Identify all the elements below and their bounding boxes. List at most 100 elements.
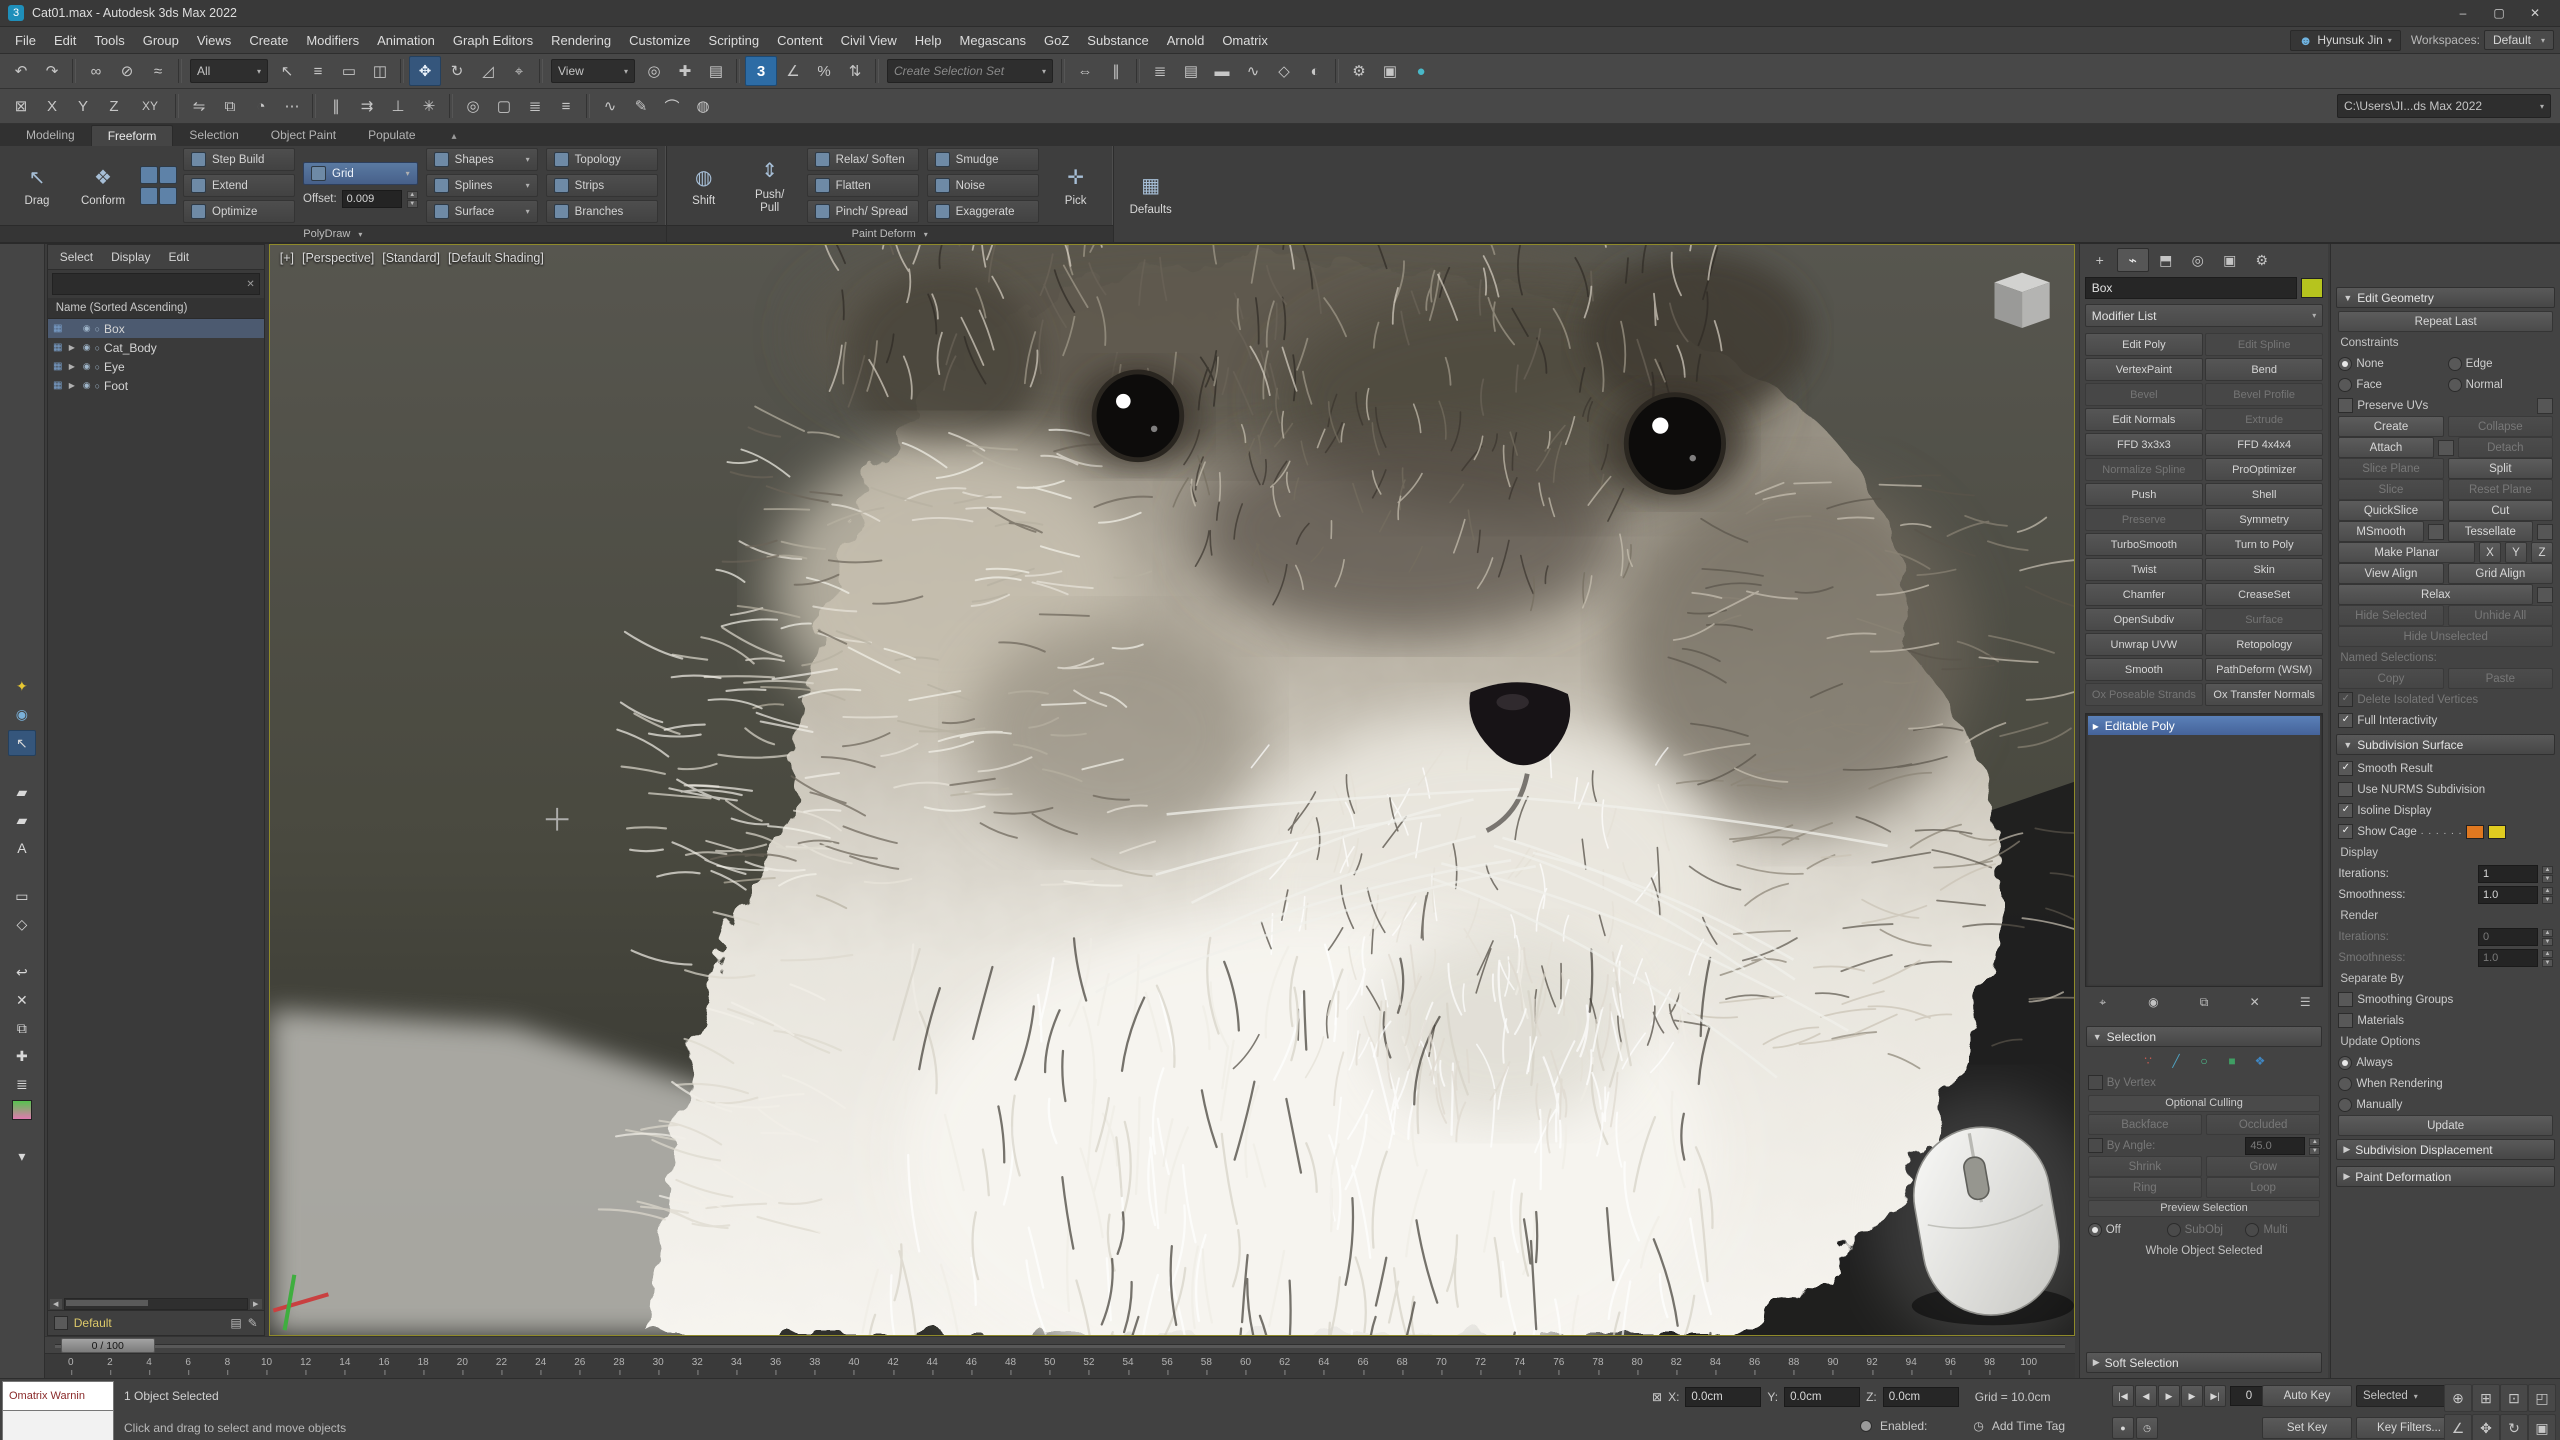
multi-radio[interactable] (2245, 1223, 2259, 1237)
strips-button[interactable]: Strips (546, 174, 658, 197)
conform-tool-button[interactable]: ❖ Conform (74, 150, 132, 222)
soft-selection-rollout-header[interactable]: ▶ Soft Selection (2086, 1352, 2323, 1373)
rectangle-tool-icon[interactable]: ▭ (9, 884, 35, 908)
paint-deformation-rollout-header[interactable]: ▶ Paint Deformation (2336, 1166, 2555, 1187)
msmooth-settings-box[interactable] (2428, 524, 2444, 540)
named-selection-sets-combo[interactable]: Create Selection Set▾ (887, 59, 1053, 83)
list-item[interactable]: ▦▶◉○Eye (48, 357, 264, 376)
element-subobject-icon[interactable]: ❖ (2250, 1053, 2270, 1069)
select-and-move-icon[interactable]: ✥ (409, 56, 441, 86)
z-coordinate-field[interactable]: 0.0cm (1883, 1387, 1959, 1407)
expand-arrow-icon[interactable]: ▶ (69, 381, 79, 390)
hide-selected-button[interactable]: Hide Selected (2338, 605, 2443, 626)
turbosmooth-button[interactable]: TurboSmooth (2085, 533, 2203, 556)
align-icon[interactable]: ∥ (1101, 57, 1131, 85)
grid-align-button[interactable]: Grid Align (2448, 563, 2553, 584)
expand-arrow-icon[interactable]: ▶ (69, 343, 79, 352)
menu-civil-view[interactable]: Civil View (832, 29, 906, 52)
set-key-button[interactable]: Set Key (2262, 1417, 2352, 1439)
mirror-icon[interactable]: ⇔ (1070, 57, 1100, 85)
menu-animation[interactable]: Animation (368, 29, 444, 52)
zoom-extents-icon[interactable]: ⊡ (2500, 1384, 2528, 1412)
menu-arnold[interactable]: Arnold (1158, 29, 1214, 52)
bevel-button[interactable]: Bevel (2085, 383, 2203, 406)
undo-strip-icon[interactable]: ↩ (9, 960, 35, 984)
time-slider[interactable]: 0 / 100 (45, 1336, 2075, 1353)
next-frame-button[interactable]: ▶ (2181, 1385, 2203, 1407)
field-of-view-icon[interactable]: ∠ (2444, 1414, 2472, 1440)
undo-icon[interactable]: ↶ (6, 57, 36, 85)
normal-align-icon[interactable]: ⊥ (383, 92, 413, 120)
zoom-icon[interactable]: ⊕ (2444, 1384, 2472, 1412)
pin-stack-icon[interactable]: ⌖ (2093, 993, 2113, 1011)
iterations-spinner[interactable]: ▲▼ (2542, 866, 2553, 882)
drag-tool-button[interactable]: ↖ Drag (8, 150, 66, 222)
pick-strip-icon[interactable]: ✚ (9, 1044, 35, 1068)
key-mode-toggle-icon[interactable]: ● (2112, 1417, 2134, 1439)
menu-graph-editors[interactable]: Graph Editors (444, 29, 542, 52)
time-slider-track[interactable] (55, 1344, 2065, 1348)
list-strip-icon[interactable]: ≣ (9, 1072, 35, 1096)
conform-brush-icon-4[interactable] (159, 187, 177, 205)
pick-tool-button[interactable]: ✛ Pick (1047, 150, 1105, 222)
symmetry-button[interactable]: Symmetry (2205, 508, 2323, 531)
expand-arrow-icon[interactable]: ▶ (69, 362, 79, 371)
conform-brush-icon-2[interactable] (159, 166, 177, 184)
update-button[interactable]: Update (2338, 1115, 2553, 1136)
snaps-toggle-icon[interactable]: 3 (745, 56, 777, 86)
make-planar-button[interactable]: Make Planar (2338, 542, 2475, 563)
relax-settings-box[interactable] (2537, 587, 2553, 603)
normalize-spline-button[interactable]: Normalize Spline (2085, 458, 2203, 481)
edit-spline-button[interactable]: Edit Spline (2205, 333, 2323, 356)
orbit-icon[interactable]: ↻ (2500, 1414, 2528, 1440)
make-unique-icon[interactable]: ⧉ (2194, 993, 2214, 1011)
paint-weights-icon[interactable]: ✎ (626, 92, 656, 120)
z-button[interactable]: Z (2531, 542, 2553, 563)
topology-button[interactable]: Topology (546, 148, 658, 171)
menu-omatrix[interactable]: Omatrix (1213, 29, 1277, 52)
time-configuration-icon[interactable]: ◷ (2136, 1417, 2158, 1439)
show-cage-checkbox[interactable]: ✓ (2338, 824, 2353, 839)
visibility-toggle-icon[interactable]: ◉ (83, 342, 91, 353)
visibility-toggle-icon[interactable]: ◉ (83, 323, 91, 334)
cut-button[interactable]: Cut (2448, 500, 2553, 521)
align-tool-icon[interactable]: ∥ (321, 92, 351, 120)
grid-dropdown-button[interactable]: Grid▾ (303, 162, 418, 185)
quick-align-icon[interactable]: ⇉ (352, 92, 382, 120)
conform-brush-icon-3[interactable] (140, 187, 158, 205)
select-object-icon[interactable]: ↖ (272, 57, 302, 85)
iterations-field[interactable]: 0 (2478, 928, 2538, 946)
curve-editor-icon[interactable]: ∿ (1238, 57, 1268, 85)
scroll-left-icon[interactable]: ◀ (50, 1299, 62, 1309)
measure-tool-icon[interactable]: ⌒ (657, 92, 687, 120)
edge-subobject-icon[interactable]: ╱ (2166, 1053, 2186, 1069)
menu-substance[interactable]: Substance (1078, 29, 1157, 52)
loop-button[interactable]: Loop (2206, 1177, 2320, 1198)
explorer-menu-display[interactable]: Display (103, 247, 158, 267)
by-angle-checkbox[interactable] (2088, 1138, 2103, 1153)
layer-settings-icon[interactable]: ✎ (248, 1316, 258, 1330)
flatten-button[interactable]: Flatten (807, 174, 919, 197)
material-editor-icon[interactable]: ◐ (1300, 57, 1330, 85)
spacing-tool-icon[interactable]: ⋯ (277, 92, 307, 120)
ffd-4x4x4-button[interactable]: FFD 4x4x4 (2205, 433, 2323, 456)
menu-create[interactable]: Create (240, 29, 297, 52)
normal-radio[interactable] (2448, 378, 2462, 392)
offset-field[interactable]: 0.009 (342, 190, 402, 208)
maxscript-mini-listener[interactable]: Omatrix Warnin (2, 1381, 114, 1440)
edit-geometry-rollout-header[interactable]: ▼ Edit Geometry (2336, 287, 2555, 308)
remove-modifier-icon[interactable]: ✕ (2245, 993, 2265, 1011)
none-radio[interactable] (2338, 357, 2352, 371)
use-nurms-subdivision-checkbox[interactable] (2338, 782, 2353, 797)
select-and-link-icon[interactable]: ∞ (81, 57, 111, 85)
explorer-horizontal-scrollbar[interactable]: ◀ ▶ (50, 1298, 262, 1310)
push-pull-tool-button[interactable]: ⇕ Push/ Pull (741, 150, 799, 222)
menu-rendering[interactable]: Rendering (542, 29, 620, 52)
materials-checkbox[interactable] (2338, 1013, 2353, 1028)
selected-cage-color-swatch[interactable] (2488, 825, 2506, 839)
mirror-tool-icon[interactable]: ⇋ (184, 92, 214, 120)
motion-tab[interactable]: ◎ (2183, 249, 2213, 271)
viewport-menu-pov[interactable]: [Perspective] (302, 251, 374, 265)
project-folder-combo[interactable]: C:\Users\JI...ds Max 2022▾ (2337, 94, 2551, 118)
selection-lock-icon[interactable]: ⊠ (6, 92, 36, 120)
